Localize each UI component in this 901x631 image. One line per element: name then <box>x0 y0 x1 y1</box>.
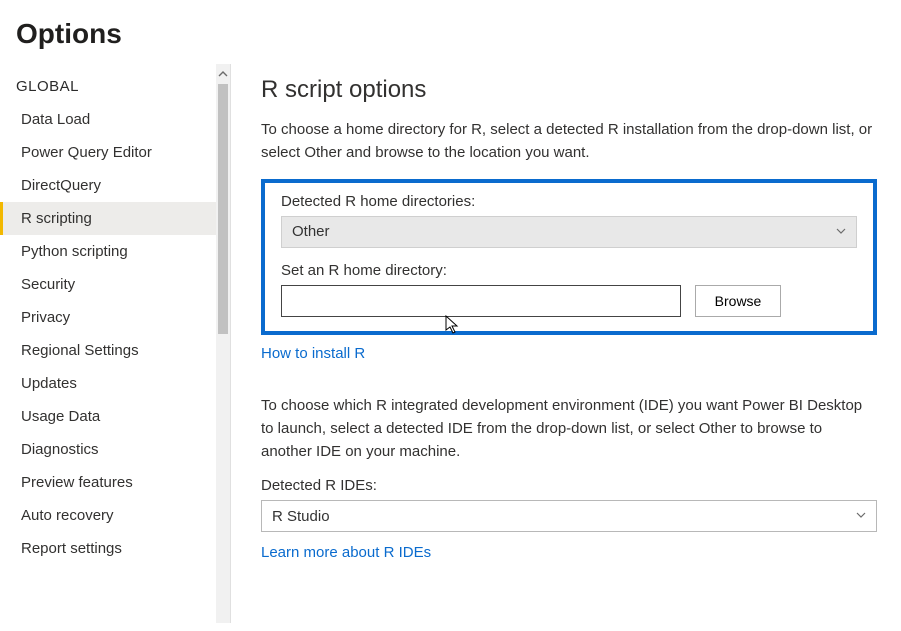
main-description: To choose a home directory for R, select… <box>261 118 877 165</box>
page-title: Options <box>0 0 901 64</box>
nav-item-data-load[interactable]: Data Load <box>0 103 216 136</box>
scrollbar-thumb[interactable] <box>218 84 228 334</box>
detected-ides-label: Detected R IDEs: <box>261 477 877 494</box>
chevron-down-icon <box>836 226 846 238</box>
sidebar-section-label: GLOBAL <box>0 64 216 103</box>
how-to-install-r-link[interactable]: How to install R <box>261 345 365 362</box>
scroll-up-arrow-icon[interactable] <box>216 64 230 84</box>
learn-more-r-ides-link[interactable]: Learn more about R IDEs <box>261 544 431 561</box>
browse-button[interactable]: Browse <box>695 285 781 317</box>
nav-item-diagnostics[interactable]: Diagnostics <box>0 433 216 466</box>
nav-item-preview-features[interactable]: Preview features <box>0 466 216 499</box>
chevron-down-icon <box>856 510 866 522</box>
nav-item-security[interactable]: Security <box>0 268 216 301</box>
nav-item-r-scripting[interactable]: R scripting <box>0 202 216 235</box>
r-home-dir-input[interactable] <box>281 285 681 317</box>
nav-item-report-settings[interactable]: Report settings <box>0 532 216 565</box>
main-title: R script options <box>261 76 877 104</box>
nav-item-python-scripting[interactable]: Python scripting <box>0 235 216 268</box>
detected-dirs-value: Other <box>292 223 330 240</box>
main-panel: R script options To choose a home direct… <box>231 64 901 623</box>
ide-description: To choose which R integrated development… <box>261 394 877 464</box>
r-home-callout: Detected R home directories: Other Set a… <box>261 179 877 335</box>
nav-item-power-query-editor[interactable]: Power Query Editor <box>0 136 216 169</box>
detected-dirs-label: Detected R home directories: <box>281 193 857 210</box>
nav-item-updates[interactable]: Updates <box>0 367 216 400</box>
nav-item-privacy[interactable]: Privacy <box>0 301 216 334</box>
sidebar: GLOBAL Data Load Power Query Editor Dire… <box>0 64 230 623</box>
nav-item-regional-settings[interactable]: Regional Settings <box>0 334 216 367</box>
set-dir-label: Set an R home directory: <box>281 262 857 279</box>
detected-ides-dropdown[interactable]: R Studio <box>261 500 877 532</box>
sidebar-scrollbar[interactable] <box>216 64 230 623</box>
nav-item-usage-data[interactable]: Usage Data <box>0 400 216 433</box>
detected-ides-value: R Studio <box>272 508 330 525</box>
nav-item-auto-recovery[interactable]: Auto recovery <box>0 499 216 532</box>
nav-item-directquery[interactable]: DirectQuery <box>0 169 216 202</box>
detected-dirs-dropdown[interactable]: Other <box>281 216 857 248</box>
